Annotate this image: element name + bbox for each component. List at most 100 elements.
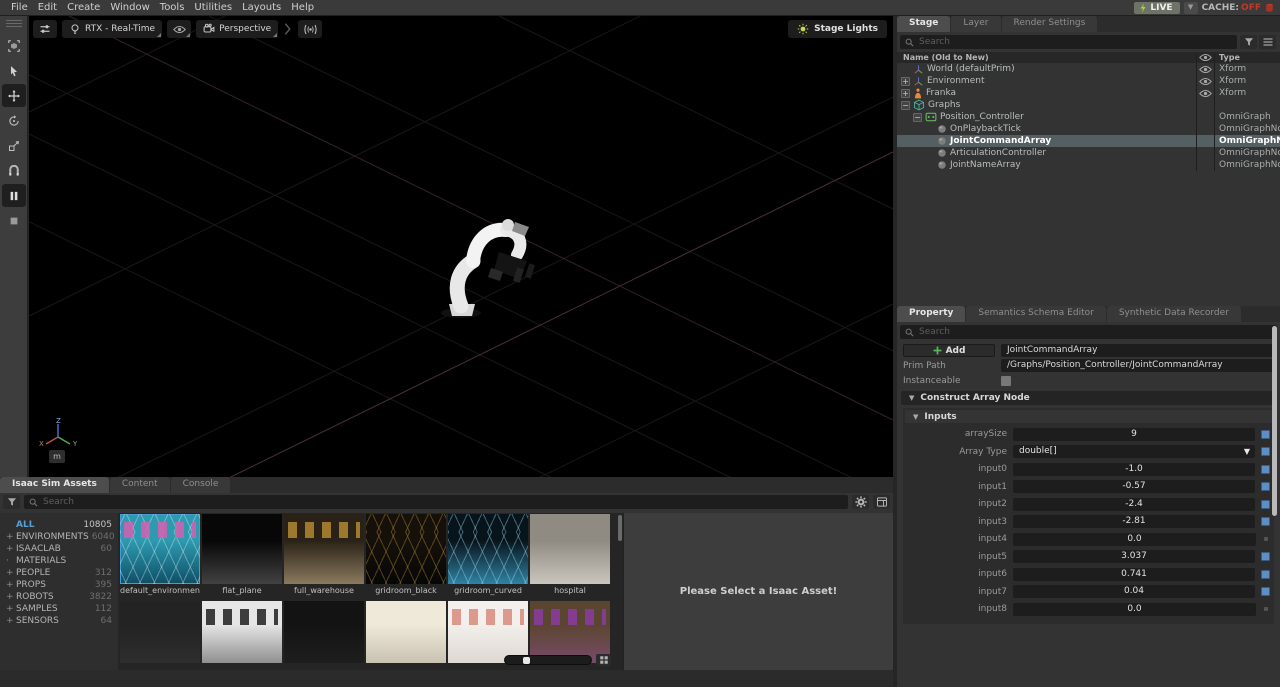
category-expander[interactable]: +: [6, 604, 13, 614]
assets-tab-console[interactable]: Console: [171, 477, 231, 493]
field-input[interactable]: 3.037: [1013, 550, 1255, 563]
property-tab-semantics-schema-editor[interactable]: Semantics Schema Editor: [966, 306, 1105, 322]
expander-icon[interactable]: −: [913, 113, 922, 122]
attribute-connected-badge[interactable]: [1261, 587, 1270, 596]
stop-tool-button[interactable]: [2, 209, 26, 232]
stage-row-world-defaultprim-[interactable]: +World (defaultPrim)Xform: [897, 63, 1280, 75]
menu-create[interactable]: Create: [62, 1, 105, 14]
category-materials[interactable]: ·MATERIALS: [6, 555, 112, 567]
stage-row-franka[interactable]: +FrankaXform: [897, 87, 1280, 99]
visibility-toggle[interactable]: [1196, 75, 1214, 87]
attribute-connected-badge[interactable]: [1261, 465, 1270, 474]
category-props[interactable]: +PROPS395: [6, 579, 112, 591]
asset-grid-scrollbar[interactable]: [618, 515, 622, 541]
category-all[interactable]: ALL10805: [6, 519, 112, 531]
section-construct-array-node[interactable]: ▼ Construct Array Node: [901, 391, 1276, 405]
stage-search-input[interactable]: Search: [900, 35, 1237, 49]
toolbar-expand-icon[interactable]: [283, 22, 293, 36]
stage-row-position-controller[interactable]: −Position_ControllerOmniGraph: [897, 111, 1280, 123]
grid-view-button[interactable]: [596, 654, 611, 666]
assets-settings-button[interactable]: [852, 495, 869, 509]
stage-row-jointnamearray[interactable]: +JointNameArrayOmniGraphNode: [897, 159, 1280, 171]
axis-gizmo[interactable]: Z X Y m: [37, 417, 81, 463]
menu-tools[interactable]: Tools: [155, 1, 190, 14]
attribute-default-badge[interactable]: [1264, 537, 1268, 541]
stage-tab-layer[interactable]: Layer: [951, 16, 1000, 32]
field-input[interactable]: -0.57: [1013, 480, 1255, 493]
camera-button[interactable]: Perspective: [196, 20, 278, 38]
stage-row-graphs[interactable]: −Graphs: [897, 99, 1280, 111]
stage-column-header[interactable]: Name (Old to New) Type: [897, 52, 1280, 63]
visibility-toggle[interactable]: [1196, 87, 1214, 99]
section-inputs[interactable]: ▼ Inputs: [905, 410, 1272, 423]
menu-file[interactable]: File: [6, 1, 33, 14]
field-input[interactable]: -1.0: [1013, 463, 1255, 476]
live-button[interactable]: LIVE: [1134, 2, 1179, 14]
category-sensors[interactable]: +SENSORS64: [6, 615, 112, 627]
stage-row-jointcommandarray[interactable]: +JointCommandArrayOmniGraphNode: [897, 135, 1280, 147]
stage-row-articulationcontroller[interactable]: +ArticulationControllerOmniGraphNode: [897, 147, 1280, 159]
thumbnail-size-slider[interactable]: [504, 655, 592, 665]
stage-row-onplaybacktick[interactable]: +OnPlaybackTickOmniGraphNode: [897, 123, 1280, 135]
frame-selection-tool-button[interactable]: [2, 34, 26, 57]
toolbar-grip[interactable]: [6, 16, 22, 33]
category-expander[interactable]: +: [6, 592, 13, 602]
attribute-connected-badge[interactable]: [1261, 447, 1270, 456]
scale-tool-button[interactable]: [2, 134, 26, 157]
assets-filter-button[interactable]: [3, 495, 20, 509]
category-robots[interactable]: +ROBOTS3822: [6, 591, 112, 603]
attribute-connected-badge[interactable]: [1261, 500, 1270, 509]
add-property-button[interactable]: Add: [903, 344, 995, 357]
stage-options-button[interactable]: [1259, 35, 1276, 49]
visibility-toggle[interactable]: [1196, 63, 1214, 75]
attribute-connected-badge[interactable]: [1261, 517, 1270, 526]
asset-thumb-row2-3[interactable]: [284, 601, 364, 663]
stage-tab-render-settings[interactable]: Render Settings: [1002, 16, 1098, 32]
column-name[interactable]: Name (Old to New): [897, 53, 1196, 62]
prim-name-field[interactable]: JointCommandArray: [1001, 344, 1274, 357]
rotate-tool-button[interactable]: [2, 109, 26, 132]
prim-path-field[interactable]: /Graphs/Position_Controller/JointCommand…: [1001, 359, 1274, 372]
expander-icon[interactable]: −: [901, 101, 910, 110]
field-input[interactable]: -2.4: [1013, 498, 1255, 511]
asset-thumb-flat_plane[interactable]: flat_plane: [202, 514, 282, 598]
expander-icon[interactable]: +: [901, 77, 910, 86]
field-input[interactable]: 0.0: [1013, 603, 1256, 616]
render-target-button[interactable]: [298, 20, 322, 38]
attribute-connected-badge[interactable]: [1261, 552, 1270, 561]
property-tab-synthetic-data-recorder[interactable]: Synthetic Data Recorder: [1107, 306, 1241, 322]
viewport-settings-button[interactable]: [33, 20, 57, 38]
category-samples[interactable]: +SAMPLES112: [6, 603, 112, 615]
asset-thumb-hospital[interactable]: hospital: [530, 514, 610, 598]
field-input[interactable]: 0.0: [1013, 533, 1256, 546]
field-dropdown[interactable]: double[]▼: [1013, 445, 1255, 458]
attribute-connected-badge[interactable]: [1261, 430, 1270, 439]
menu-edit[interactable]: Edit: [33, 1, 62, 14]
field-input[interactable]: -2.81: [1013, 515, 1255, 528]
field-input[interactable]: 9: [1013, 428, 1255, 441]
asset-thumb-full_warehouse[interactable]: full_warehouse: [284, 514, 364, 598]
field-input[interactable]: 0.04: [1013, 585, 1255, 598]
pause-tool-button[interactable]: [2, 184, 26, 207]
stage-filter-button[interactable]: [1240, 35, 1257, 49]
assets-tab-content[interactable]: Content: [110, 477, 170, 493]
stage-row-environment[interactable]: +EnvironmentXform: [897, 75, 1280, 87]
category-expander[interactable]: +: [6, 616, 13, 626]
assets-search-input[interactable]: Search: [24, 495, 848, 509]
dropdown-arrow-icon[interactable]: ▼: [1244, 445, 1250, 458]
live-dropdown-button[interactable]: ▼: [1184, 2, 1198, 14]
attribute-default-badge[interactable]: [1264, 607, 1268, 611]
asset-thumb-default_environment[interactable]: default_environment: [120, 514, 200, 598]
assets-layout-button[interactable]: [873, 495, 890, 509]
viewport-3d[interactable]: RTX - Real-Time Perspective Stage Lights…: [29, 16, 893, 477]
attribute-connected-badge[interactable]: [1261, 482, 1270, 491]
move-tool-button[interactable]: [2, 84, 26, 107]
stage-tab-stage[interactable]: Stage: [897, 16, 950, 32]
menu-help[interactable]: Help: [286, 1, 319, 14]
column-type[interactable]: Type: [1214, 53, 1280, 62]
select-tool-button[interactable]: [2, 59, 26, 82]
asset-thumb-row2-4[interactable]: [366, 601, 446, 663]
instanceable-checkbox[interactable]: [1001, 376, 1011, 386]
asset-thumb-gridroom_black[interactable]: gridroom_black: [366, 514, 446, 598]
property-search-input[interactable]: Search: [900, 325, 1277, 339]
